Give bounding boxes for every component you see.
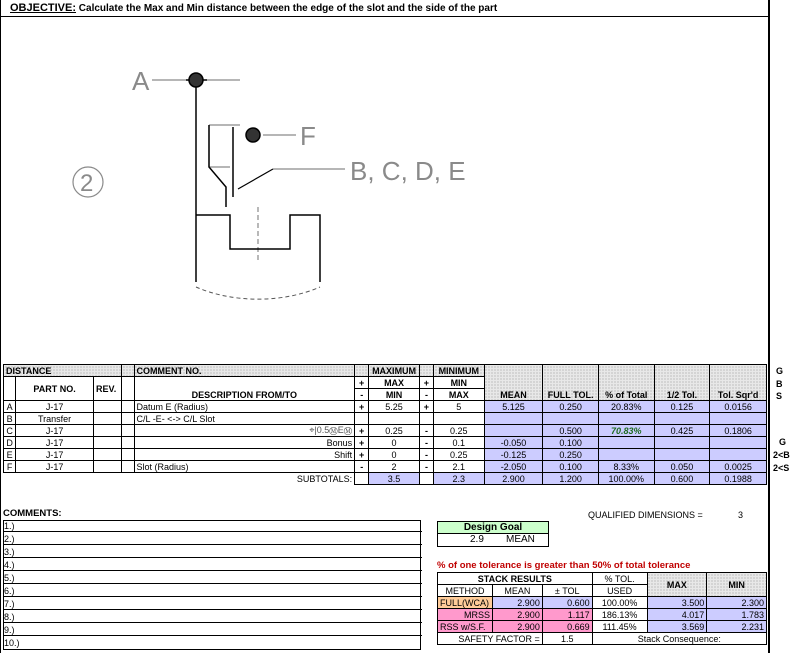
- subtotals-row: SUBTOTALS: 3.5 2.3 2.900 1.200 100.00% 0.60…: [3, 472, 767, 485]
- table-row[interactable]: C J-17 ⌖|0.5ⓂEⓂ +0.25 -0.25 0.500 70.83% …: [2, 424, 767, 437]
- stack-results-table: STACK RESULTS % TOL. MAX MIN METHOD MEAN …: [437, 572, 768, 645]
- header-comment-no: COMMENT NO.: [133, 364, 356, 377]
- position-tolerance-frame: ⌖|0.5ⓂEⓂ: [133, 424, 356, 437]
- side-letter-g: G: [776, 366, 784, 376]
- qualified-dimensions-label: QUALIFIED DIMENSIONS =: [588, 510, 703, 520]
- stack-row-rss[interactable]: RSS w/S.F. 2.900 0.669 111.45% 3.569 2.231: [437, 620, 767, 633]
- table-row[interactable]: A J-17 Datum E (Radius) +5.25 +5 5.125 0.25…: [2, 400, 767, 413]
- table-row[interactable]: B Transfer C/L -E- <-> C/L Slot: [2, 412, 767, 425]
- label-bcde: B, C, D, E: [350, 156, 466, 186]
- part-sketch: A F 2 B, C, D, E: [72, 66, 466, 300]
- table-row[interactable]: D J-17 Bonus +0 -0.1 -0.050 0.100: [2, 436, 767, 449]
- stack-row-wca[interactable]: FULL(WCA) 2.900 0.600 100.00% 3.500 2.300: [437, 596, 767, 609]
- header-description: DESCRIPTION FROM/TO: [133, 376, 356, 401]
- header-part-no: PART NO.: [15, 376, 95, 401]
- header-half-tol: 1/2 Tol.: [653, 364, 711, 401]
- header-full-tol: FULL TOL.: [542, 364, 599, 401]
- tolerance-warning: % of one tolerance is greater than 50% o…: [437, 560, 691, 571]
- label-f: F: [300, 121, 316, 151]
- objective-line: OBJECTIVE: Calculate the Max and Min dis…: [10, 2, 497, 14]
- header-tol-sqrd: Tol. Sqr'd: [709, 364, 767, 401]
- side-letter-b: B: [776, 379, 783, 389]
- label-a: A: [132, 66, 150, 96]
- side-letter-s: S: [776, 391, 783, 401]
- header-rev: REV.: [93, 376, 123, 401]
- stack-title: STACK RESULTS: [437, 572, 593, 585]
- header-mean: MEAN: [483, 364, 544, 401]
- circled-number: 2: [80, 170, 93, 197]
- design-goal-title: Design Goal: [437, 521, 549, 534]
- header-minimum: MINIMUM: [433, 364, 485, 377]
- design-goal-box[interactable]: 2.9 MEAN: [437, 534, 549, 547]
- qualified-dimensions-value: 3: [738, 510, 744, 520]
- header-distance: DISTANCE: [2, 364, 123, 377]
- comments-title: COMMENTS:: [3, 508, 62, 519]
- table-row[interactable]: E J-17 Shift +0 -0.25 -0.125 0.250: [2, 448, 767, 461]
- objective-label: OBJECTIVE:: [10, 2, 77, 14]
- header-pct-total: % of Total: [597, 364, 655, 401]
- table-row[interactable]: F J-17 Slot (Radius) -2 -2.1 -2.050 0.100 …: [2, 460, 767, 473]
- safety-factor-value: 1.5: [541, 632, 593, 645]
- header-maximum: MAXIMUM: [368, 364, 420, 377]
- drawing-area: A F 2 B, C, D, E: [0, 16, 770, 364]
- comments-box[interactable]: 1.) 2.) 3.) 4.) 5.) 6.) 7.) 8.) 9.) 10.): [3, 520, 422, 650]
- stack-row-mrss[interactable]: MRSS 2.900 1.117 186.13% 4.017 1.783: [437, 608, 767, 621]
- tolerance-table: DISTANCE COMMENT NO. MAXIMUM MINIMUM MEA…: [2, 364, 767, 485]
- objective-text: Calculate the Max and Min distance betwe…: [78, 3, 498, 14]
